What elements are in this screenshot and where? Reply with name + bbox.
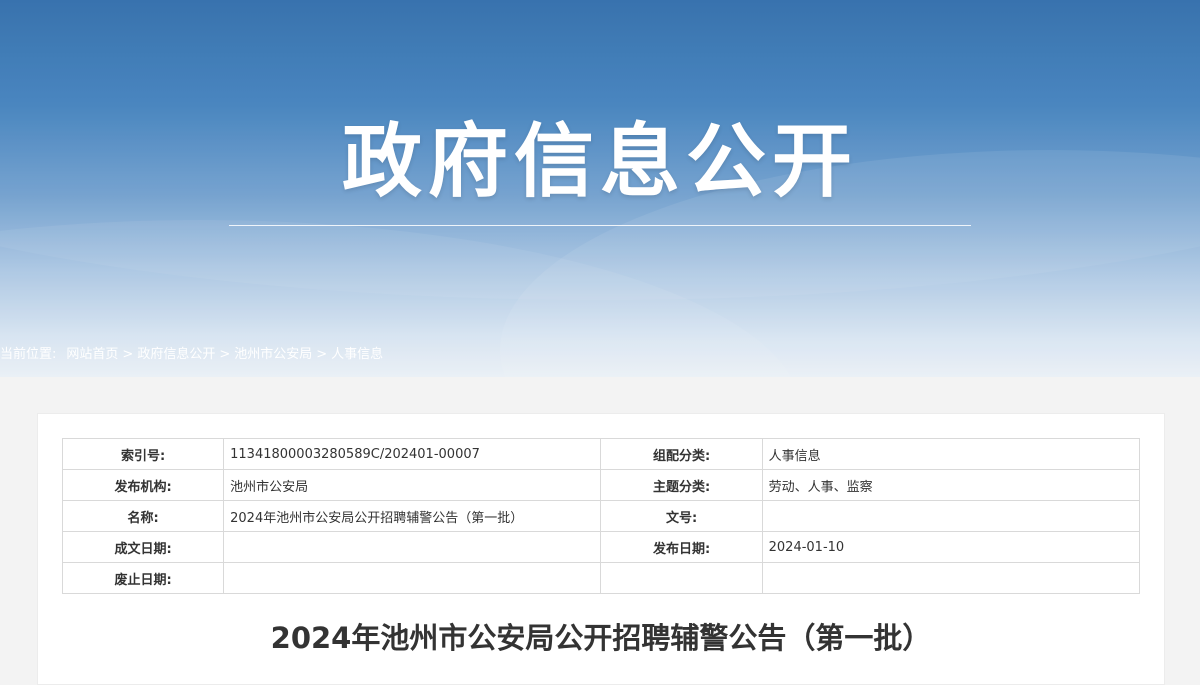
repeal-date-label: 废止日期: bbox=[61, 562, 225, 594]
page-banner: 政府信息公开 当前位置: 网站首页 > 政府信息公开 > 池州市公安局 > 人事信息 bbox=[0, 0, 1200, 377]
publisher-label: 发布机构: bbox=[61, 469, 225, 501]
name-value: 2024年池州市公安局公开招聘辅警公告（第一批） bbox=[223, 500, 602, 532]
document-title: 2024年池州市公安局公开招聘辅警公告（第一批） bbox=[270, 621, 932, 655]
document-meta-table: 索引号: 11341800003280589C/202401-00007 组配分… bbox=[61, 438, 1141, 594]
doc-number-label: 文号: bbox=[600, 500, 763, 532]
breadcrumb-police-bureau-link[interactable]: 池州市公安局 bbox=[234, 347, 312, 362]
table-row: 成文日期: 发布日期: 2024-01-10 bbox=[61, 531, 1141, 563]
written-date-label: 成文日期: bbox=[61, 531, 225, 563]
category-value: 人事信息 bbox=[761, 438, 1141, 470]
category-label: 组配分类: bbox=[600, 438, 763, 470]
breadcrumb: 当前位置: 网站首页 > 政府信息公开 > 池州市公安局 > 人事信息 bbox=[0, 345, 383, 365]
name-label: 名称: bbox=[61, 500, 225, 532]
doc-number-value bbox=[761, 500, 1141, 532]
repeal-date-value bbox=[223, 562, 602, 594]
empty-value-cell bbox=[761, 562, 1141, 594]
written-date-value bbox=[223, 531, 602, 563]
breadcrumb-separator: > bbox=[122, 347, 134, 362]
publish-date-value: 2024-01-10 bbox=[761, 531, 1141, 563]
breadcrumb-personnel-info-link[interactable]: 人事信息 bbox=[331, 347, 383, 362]
table-row: 索引号: 11341800003280589C/202401-00007 组配分… bbox=[61, 438, 1141, 470]
table-row: 发布机构: 池州市公安局 主题分类: 劳动、人事、监察 bbox=[61, 469, 1141, 501]
breadcrumb-prefix: 当前位置: bbox=[0, 347, 57, 362]
breadcrumb-separator: > bbox=[219, 347, 231, 362]
empty-label-cell bbox=[600, 562, 763, 594]
topic-label: 主题分类: bbox=[600, 469, 763, 501]
index-number-label: 索引号: bbox=[61, 438, 225, 470]
publisher-value: 池州市公安局 bbox=[223, 469, 602, 501]
content-card: 索引号: 11341800003280589C/202401-00007 组配分… bbox=[37, 413, 1165, 685]
banner-divider bbox=[229, 225, 971, 226]
table-row: 名称: 2024年池州市公安局公开招聘辅警公告（第一批） 文号: bbox=[61, 500, 1141, 532]
breadcrumb-gov-info-link[interactable]: 政府信息公开 bbox=[137, 347, 215, 362]
banner-title: 政府信息公开 bbox=[342, 115, 858, 208]
publish-date-label: 发布日期: bbox=[600, 531, 763, 563]
breadcrumb-home-link[interactable]: 网站首页 bbox=[66, 347, 118, 362]
topic-value: 劳动、人事、监察 bbox=[761, 469, 1141, 501]
breadcrumb-separator: > bbox=[316, 347, 328, 362]
index-number-value: 11341800003280589C/202401-00007 bbox=[223, 438, 602, 470]
table-row: 废止日期: bbox=[61, 562, 1141, 594]
